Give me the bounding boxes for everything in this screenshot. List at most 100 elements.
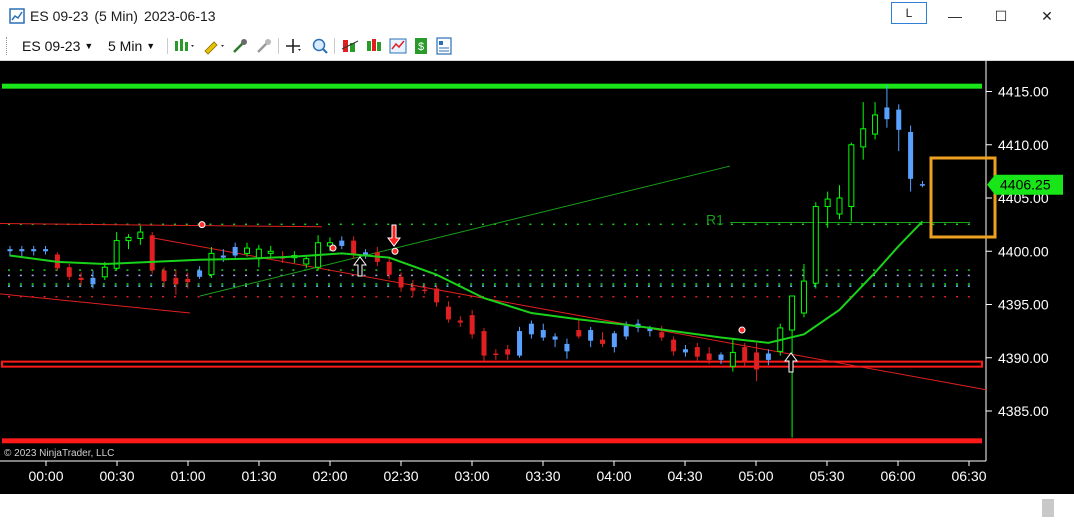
pivot-dot: [31, 269, 34, 271]
pivot-dot: [624, 295, 627, 298]
candle-body: [729, 351, 736, 367]
pivot-dot: [920, 269, 923, 271]
indicators-icon[interactable]: [341, 37, 359, 55]
pivot-dot: [967, 285, 970, 287]
pivot-dot: [730, 285, 733, 287]
candle-body: [445, 306, 451, 320]
pivot-dot: [730, 269, 733, 271]
pivot-dot: [67, 283, 70, 285]
pivot-dot: [884, 295, 887, 298]
pivot-dot: [292, 274, 295, 277]
toolbar-grip-icon[interactable]: [6, 37, 10, 55]
pivot-dot: [896, 283, 899, 285]
pivot-dot: [351, 223, 354, 226]
pivot-dot: [43, 274, 46, 277]
pivot-dot: [659, 274, 662, 277]
pivot-dot: [339, 283, 342, 285]
pivot-dot: [470, 274, 473, 277]
pivot-dot: [482, 269, 484, 271]
pivot-dot: [55, 283, 58, 285]
candle-body: [197, 270, 203, 277]
pivot-dot: [873, 283, 876, 285]
pivot-dot: [67, 295, 70, 298]
chart-canvas[interactable]: R14415.004410.004405.004400.004395.00439…: [0, 61, 1074, 494]
time-tick-label: 01:00: [170, 468, 205, 484]
time-tick-label: 02:00: [312, 468, 347, 484]
data-box-icon[interactable]: [435, 37, 453, 55]
time-tick-label: 03:30: [525, 468, 560, 484]
drawing-tool-pencil-icon[interactable]: [202, 37, 226, 55]
pivot-dot: [671, 223, 674, 226]
price-tick-label: 4415.00: [998, 84, 1049, 100]
pivot-dot: [588, 274, 591, 277]
pivot-dot: [505, 274, 508, 277]
close-button[interactable]: ✕: [1024, 2, 1070, 30]
pivot-dot: [43, 295, 46, 298]
snap-mode-icon[interactable]: [231, 37, 249, 55]
pivot-dot: [730, 274, 733, 277]
interval-selector[interactable]: 5 Min ▼: [108, 38, 155, 54]
candle-body: [623, 325, 629, 337]
strategies-icon[interactable]: [365, 37, 383, 55]
lower-support-band: [2, 438, 982, 444]
pivot-dot: [695, 295, 698, 298]
pivot-dot: [790, 285, 793, 287]
candle-body: [600, 339, 605, 344]
pivot-dot: [778, 295, 781, 298]
chart-app-icon: [9, 8, 25, 24]
pivot-dot: [138, 274, 141, 277]
pivot-dot: [268, 223, 271, 226]
candle-body: [718, 354, 724, 360]
chart-style-icon[interactable]: [173, 37, 195, 55]
pivot-dot: [896, 285, 899, 287]
pivot-dot: [873, 285, 876, 287]
chart-trader-icon[interactable]: [389, 37, 407, 55]
pivot-dot: [730, 223, 733, 226]
chevron-down-icon: ▼: [84, 41, 94, 51]
pivot-dot: [268, 295, 271, 298]
maximize-button[interactable]: ☐: [978, 2, 1024, 30]
pivot-dot: [825, 295, 828, 298]
pivot-dot: [316, 285, 319, 287]
instrument-selector[interactable]: ES 09-23 ▼: [22, 38, 93, 54]
pivot-dot: [375, 295, 378, 298]
zoom-icon[interactable]: [311, 37, 329, 55]
pivot-dot: [375, 283, 378, 285]
pivot-dot: [327, 223, 330, 226]
pivot-dot: [280, 283, 283, 285]
toolbar-divider: [278, 38, 279, 54]
candle-body: [208, 252, 215, 276]
pivot-dot: [470, 283, 473, 285]
candle-body: [434, 288, 440, 303]
pivot-dot: [505, 223, 508, 226]
scroll-thumb[interactable]: [1042, 499, 1054, 517]
pivot-dot: [8, 283, 10, 285]
price-chart[interactable]: R1 4415.00 4410.00 4405.00 4400.00 4395.00 439…: [0, 61, 1074, 494]
pivot-dot: [932, 285, 935, 287]
order-dollar-icon[interactable]: $: [412, 37, 430, 55]
pivot-dot: [932, 223, 935, 226]
stay-in-draw-mode-icon[interactable]: [255, 37, 273, 55]
pivot-dot: [529, 283, 532, 285]
candle-body: [66, 267, 72, 277]
candle-body: [682, 349, 688, 353]
pivot-dot: [138, 295, 141, 298]
pivot-dot: [719, 269, 721, 271]
pivot-dot: [920, 283, 923, 285]
pivot-dot: [197, 295, 200, 298]
pivot-dot: [304, 274, 307, 277]
pivot-dot: [43, 269, 46, 271]
pivot-dot: [564, 285, 567, 287]
pivot-dot: [327, 283, 330, 285]
minimize-button[interactable]: —: [932, 2, 978, 30]
crosshair-icon[interactable]: [284, 37, 302, 55]
pivot-dot: [564, 283, 567, 285]
pivot-dot: [8, 274, 10, 277]
pivot-dot: [754, 283, 757, 285]
pivot-dot: [410, 274, 413, 277]
horizontal-scrollbar[interactable]: [0, 494, 1074, 521]
pivot-dot: [79, 285, 82, 287]
pivot-dot: [351, 285, 354, 287]
link-button[interactable]: L: [891, 2, 927, 24]
pivot-dot: [944, 274, 947, 277]
